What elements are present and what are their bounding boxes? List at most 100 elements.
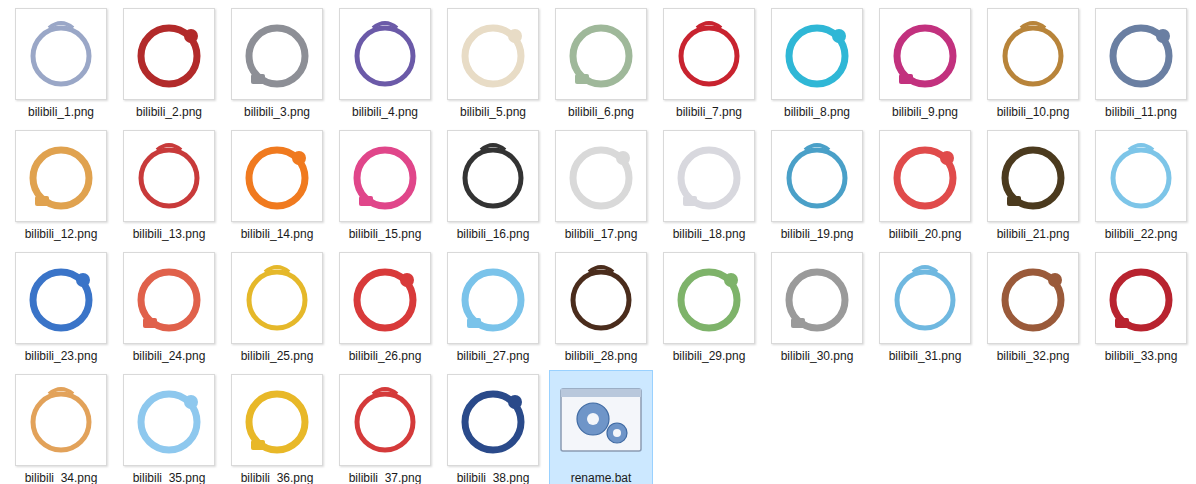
file-name: bilibili_15.png [349, 227, 422, 242]
file-name: bilibili_22.png [1105, 227, 1178, 242]
frame-thumbnail-icon [453, 258, 533, 338]
file-item[interactable]: bilibili_14.png [225, 126, 329, 247]
file-name: bilibili_19.png [781, 227, 854, 242]
file-name: bilibili_13.png [133, 227, 206, 242]
thumbnail [231, 8, 323, 100]
file-item[interactable]: bilibili_11.png [1089, 4, 1193, 125]
frame-thumbnail-icon [453, 380, 533, 460]
file-icon [555, 374, 647, 466]
file-item[interactable]: bilibili_6.png [549, 4, 653, 125]
file-name: bilibili_12.png [25, 227, 98, 242]
frame-thumbnail-icon [237, 258, 317, 338]
frame-thumbnail-icon [129, 258, 209, 338]
file-name: bilibili_6.png [568, 105, 634, 120]
thumbnail [663, 130, 755, 222]
thumbnail [123, 252, 215, 344]
file-name: bilibili_38.png [457, 471, 530, 484]
thumbnail [771, 252, 863, 344]
file-item[interactable]: bilibili_8.png [765, 4, 869, 125]
thumbnail [15, 8, 107, 100]
thumbnail [123, 130, 215, 222]
file-name: bilibili_32.png [997, 349, 1070, 364]
file-item[interactable]: bilibili_28.png [549, 248, 653, 369]
file-item[interactable]: bilibili_23.png [9, 248, 113, 369]
thumbnail [231, 130, 323, 222]
file-item[interactable]: bilibili_26.png [333, 248, 437, 369]
file-item[interactable]: bilibili_19.png [765, 126, 869, 247]
file-item[interactable]: bilibili_31.png [873, 248, 977, 369]
file-explorer-view: bilibili_1.png bilibili_2.pngbilibili_3.p… [0, 0, 1196, 484]
frame-thumbnail-icon [777, 258, 857, 338]
thumbnail [339, 130, 431, 222]
file-item[interactable]: bilibili_2.png [117, 4, 221, 125]
file-item[interactable]: bilibili_15.png [333, 126, 437, 247]
file-name: bilibili_24.png [133, 349, 206, 364]
frame-thumbnail-icon [561, 136, 641, 216]
thumbnail [447, 130, 539, 222]
frame-thumbnail-icon [129, 136, 209, 216]
file-name: bilibili_21.png [997, 227, 1070, 242]
file-name: bilibili_16.png [457, 227, 530, 242]
frame-thumbnail-icon [777, 136, 857, 216]
file-item[interactable]: bilibili_9.png [873, 4, 977, 125]
file-item[interactable]: bilibili_34.png [9, 370, 113, 484]
file-name: bilibili_26.png [349, 349, 422, 364]
frame-thumbnail-icon [21, 258, 101, 338]
frame-thumbnail-icon [453, 136, 533, 216]
thumbnail [771, 130, 863, 222]
file-item[interactable]: bilibili_30.png [765, 248, 869, 369]
file-item[interactable]: rename.bat [549, 370, 653, 484]
thumbnail [231, 252, 323, 344]
file-item[interactable]: bilibili_1.png [9, 4, 113, 125]
thumbnail [15, 252, 107, 344]
file-item[interactable]: bilibili_20.png [873, 126, 977, 247]
file-item[interactable]: bilibili_12.png [9, 126, 113, 247]
file-item[interactable]: bilibili_16.png [441, 126, 545, 247]
file-item[interactable]: bilibili_36.png [225, 370, 329, 484]
file-name: bilibili_7.png [676, 105, 742, 120]
file-item[interactable]: bilibili_13.png [117, 126, 221, 247]
file-name: bilibili_18.png [673, 227, 746, 242]
file-item[interactable]: bilibili_21.png [981, 126, 1085, 247]
file-item[interactable]: bilibili_5.png [441, 4, 545, 125]
file-name: bilibili_27.png [457, 349, 530, 364]
file-name: bilibili_33.png [1105, 349, 1178, 364]
thumbnail [771, 8, 863, 100]
file-item[interactable]: bilibili_18.png [657, 126, 761, 247]
file-item[interactable]: bilibili_17.png [549, 126, 653, 247]
file-item[interactable]: bilibili_25.png [225, 248, 329, 369]
thumbnail [231, 374, 323, 466]
file-item[interactable]: bilibili_33.png [1089, 248, 1193, 369]
frame-thumbnail-icon [993, 136, 1073, 216]
thumbnail [555, 252, 647, 344]
frame-thumbnail-icon [669, 258, 749, 338]
file-item[interactable]: bilibili_37.png [333, 370, 437, 484]
thumbnail [987, 252, 1079, 344]
file-item[interactable]: bilibili_22.png [1089, 126, 1193, 247]
file-item[interactable]: bilibili_29.png [657, 248, 761, 369]
file-name: bilibili_14.png [241, 227, 314, 242]
file-item[interactable]: bilibili_32.png [981, 248, 1085, 369]
file-item[interactable]: bilibili_3.png [225, 4, 329, 125]
frame-thumbnail-icon [237, 380, 317, 460]
file-name: bilibili_10.png [997, 105, 1070, 120]
file-item[interactable]: bilibili_7.png [657, 4, 761, 125]
thumbnail [1095, 252, 1187, 344]
file-item[interactable]: bilibili_35.png [117, 370, 221, 484]
thumbnail [123, 8, 215, 100]
file-item[interactable]: bilibili_24.png [117, 248, 221, 369]
frame-thumbnail-icon [885, 14, 965, 94]
file-item[interactable]: bilibili_27.png [441, 248, 545, 369]
file-name: bilibili_29.png [673, 349, 746, 364]
frame-thumbnail-icon [21, 380, 101, 460]
frame-thumbnail-icon [237, 136, 317, 216]
file-name: bilibili_28.png [565, 349, 638, 364]
file-name: bilibili_17.png [565, 227, 638, 242]
file-item[interactable]: bilibili_10.png [981, 4, 1085, 125]
thumbnail [555, 130, 647, 222]
file-name: bilibili_35.png [133, 471, 206, 484]
file-name: bilibili_1.png [28, 105, 94, 120]
thumbnail [879, 252, 971, 344]
file-item[interactable]: bilibili_4.png [333, 4, 437, 125]
file-item[interactable]: bilibili_38.png [441, 370, 545, 484]
